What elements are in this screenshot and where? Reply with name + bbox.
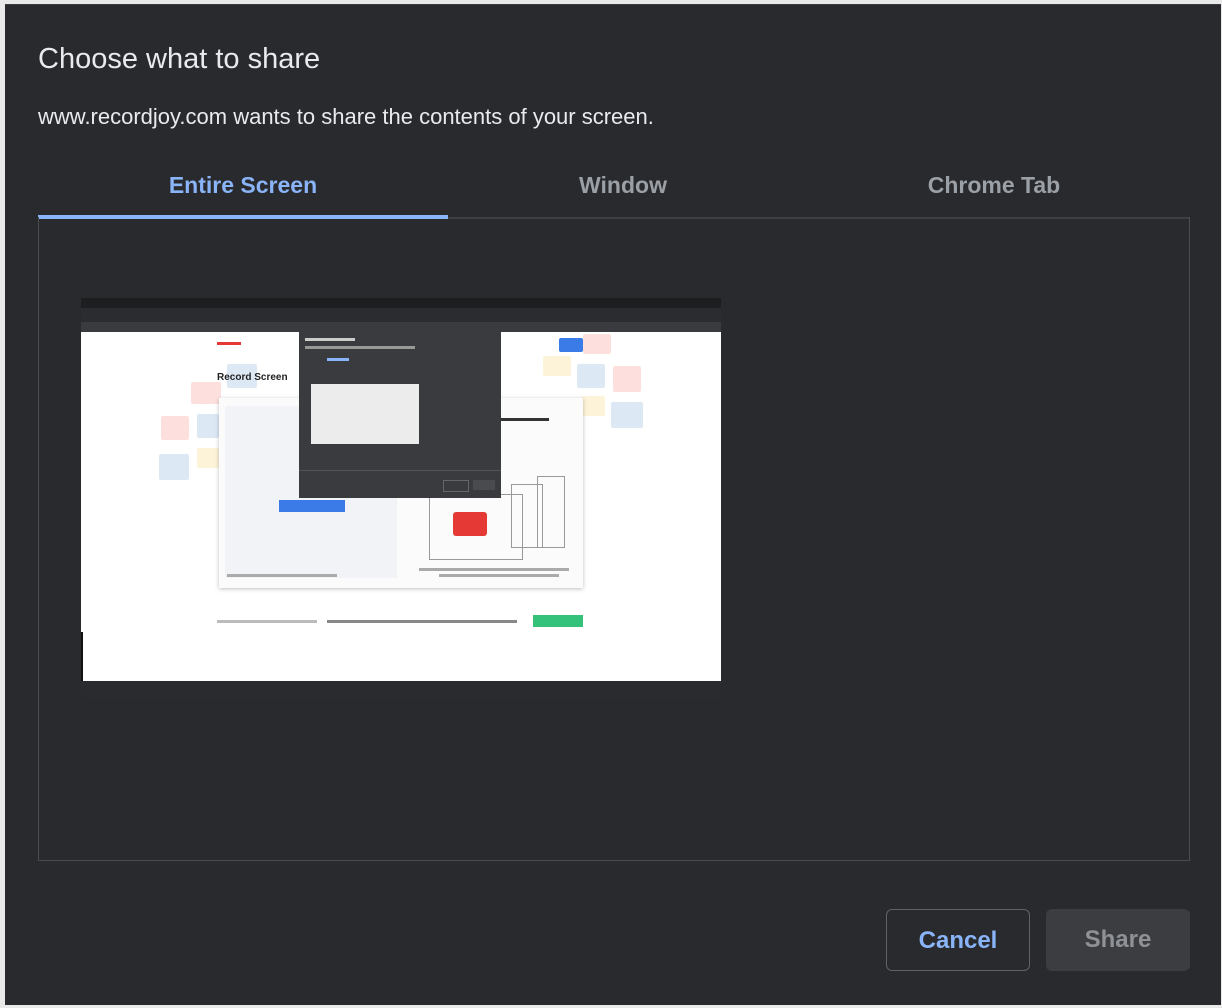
preview-tile xyxy=(613,366,641,392)
preview-heading: Record Screen xyxy=(217,372,288,383)
preview-tile xyxy=(583,334,611,354)
share-dialog: Choose what to share www.recordjoy.com w… xyxy=(5,4,1221,1005)
preview-text xyxy=(227,574,337,577)
preview-text xyxy=(305,346,415,349)
tab-chrome-tab[interactable]: Chrome Tab xyxy=(798,165,1190,217)
source-list: Record Screen xyxy=(38,217,1190,861)
preview-menubar xyxy=(81,298,721,308)
preview-text xyxy=(217,620,317,623)
preview-text xyxy=(419,568,569,571)
dialog-title: Choose what to share xyxy=(38,43,321,75)
preview-dialog-button xyxy=(473,480,495,490)
preview-camera-icon xyxy=(453,512,487,536)
screen-preview-thumbnail[interactable]: Record Screen xyxy=(81,298,721,699)
preview-tile xyxy=(197,448,219,468)
tab-window[interactable]: Window xyxy=(448,165,798,217)
preview-text xyxy=(327,620,517,623)
preview-text xyxy=(439,574,559,577)
preview-tile xyxy=(191,382,221,404)
tab-entire-screen[interactable]: Entire Screen xyxy=(38,165,448,219)
preview-tile xyxy=(581,396,605,416)
preview-green-button xyxy=(533,615,583,627)
share-button[interactable]: Share xyxy=(1046,909,1190,971)
preview-browser-tabs xyxy=(81,308,721,322)
preview-text xyxy=(327,358,349,361)
source-tabs: Entire Screen Window Chrome Tab xyxy=(38,165,1190,219)
preview-tile xyxy=(543,356,571,376)
preview-dialog-thumbnail xyxy=(311,384,419,444)
preview-edge xyxy=(81,632,83,682)
preview-button xyxy=(279,500,345,512)
preview-tile xyxy=(577,364,605,388)
preview-dialog-button xyxy=(443,480,469,492)
preview-text xyxy=(305,338,355,341)
preview-tile xyxy=(559,338,583,352)
preview-logo xyxy=(217,342,241,345)
preview-tile xyxy=(159,454,189,480)
preview-dialog xyxy=(299,330,501,498)
preview-taskbar xyxy=(81,681,721,699)
preview-tile xyxy=(611,402,643,428)
preview-divider xyxy=(299,470,501,471)
cancel-button[interactable]: Cancel xyxy=(886,909,1030,971)
preview-tile xyxy=(197,414,219,438)
dialog-subtitle: www.recordjoy.com wants to share the con… xyxy=(38,104,654,129)
preview-tile xyxy=(161,416,189,440)
